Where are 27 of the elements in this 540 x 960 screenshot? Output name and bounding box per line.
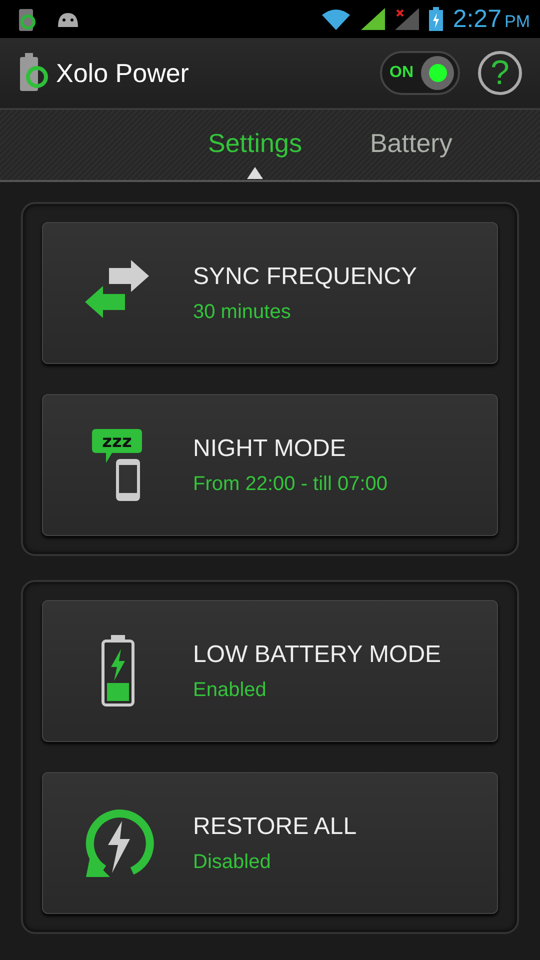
power-toggle[interactable]: ON bbox=[380, 51, 460, 95]
setting-title: LOW BATTERY MODE bbox=[193, 640, 442, 668]
signal-icon bbox=[360, 8, 385, 30]
setting-value: Enabled bbox=[193, 678, 268, 702]
help-button[interactable]: ? bbox=[478, 51, 522, 95]
app-logo-icon bbox=[18, 53, 50, 93]
setting-card[interactable]: zzz NIGHT MODE From 22:00 - till 07:00 bbox=[42, 394, 498, 536]
no-signal-icon bbox=[394, 8, 419, 30]
setting-title: NIGHT MODE bbox=[193, 434, 347, 462]
app-title: Xolo Power bbox=[56, 58, 190, 88]
selected-tab-indicator-icon bbox=[246, 167, 263, 179]
battery-sync-icon bbox=[16, 6, 38, 32]
tab[interactable]: Battery bbox=[364, 110, 458, 180]
setting-value: Disabled bbox=[193, 850, 272, 874]
setting-card[interactable]: LOW BATTERY MODE Enabled bbox=[42, 600, 498, 742]
setting-card[interactable]: SYNC FREQUENCY 30 minutes bbox=[42, 222, 498, 364]
setting-value: 30 minutes bbox=[193, 300, 292, 324]
setting-value: From 22:00 - till 07:00 bbox=[193, 472, 388, 496]
wifi-icon bbox=[320, 8, 351, 30]
tab[interactable]: Settings bbox=[202, 110, 308, 180]
battery-charging-icon bbox=[428, 7, 443, 31]
clock-time: 2:27 PM bbox=[452, 4, 530, 34]
battery-charging-icon bbox=[101, 635, 135, 707]
setting-title: RESTORE ALL bbox=[193, 812, 357, 840]
setting-title: SYNC FREQUENCY bbox=[193, 262, 418, 290]
android-icon bbox=[56, 11, 80, 27]
setting-card[interactable]: RESTORE ALL Disabled bbox=[42, 772, 498, 914]
